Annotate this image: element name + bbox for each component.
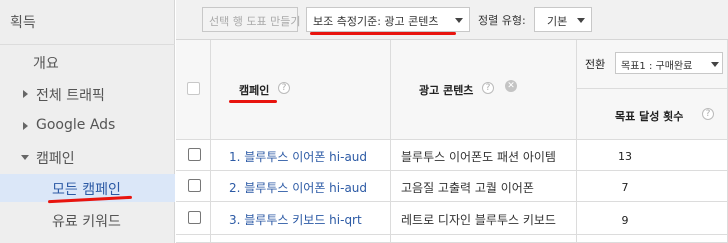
ad-content-value: 블루투스 이어폰도 패션 아이템 <box>401 150 556 164</box>
sort-type-label: 정렬 유형: <box>478 14 526 27</box>
table-row-select-cell <box>176 140 211 171</box>
sidebar-item-label: 유료 키워드 <box>52 214 121 230</box>
expand-arrow-icon <box>23 90 28 98</box>
expand-arrow-icon <box>23 122 28 130</box>
table-row-goal-cell <box>577 235 728 243</box>
sidebar-item-label: 개요 <box>33 56 59 72</box>
goal-completions-value: 13 <box>618 150 632 163</box>
ad-content-value: 레트로 디자인 블루투스 키보드 <box>401 213 556 227</box>
ad-content-value: 고음질 고출력 고퀄 이어폰 <box>401 181 534 195</box>
sidebar-item-all-traffic[interactable]: 전체 트래픽 <box>0 80 175 108</box>
row-checkbox[interactable] <box>188 179 201 192</box>
chevron-down-icon <box>711 62 719 67</box>
header-select-all-cell <box>176 40 211 140</box>
secondary-dimension-dropdown[interactable]: 보조 측정기준: 광고 콘텐츠 <box>306 7 470 32</box>
table-row-goal-cell: 13 <box>577 140 728 171</box>
campaign-link[interactable]: 1. 블루투스 이어폰 hi-aud <box>229 148 367 165</box>
table-row-campaign-cell <box>211 235 391 243</box>
header-ad-content[interactable]: 광고 콘텐츠 ? ✕ <box>391 40 577 140</box>
sidebar-item-label: Google Ads <box>36 117 116 133</box>
help-icon[interactable]: ? <box>702 108 714 120</box>
table-row-campaign-cell: 1. 블루투스 이어폰 hi-aud <box>211 140 391 171</box>
campaign-link[interactable]: 3. 블루투스 키보드 hi-qrt <box>229 211 362 228</box>
table-row-ad-content-cell: 고음질 고출력 고퀄 이어폰 <box>391 171 577 202</box>
goal-completions-value: 9 <box>621 214 629 227</box>
header-conversion-label: 전환 <box>585 58 606 71</box>
header-goal-completions-label: 목표 달성 횟수 <box>615 110 684 123</box>
collapse-arrow-icon <box>21 155 29 160</box>
table-row-campaign-cell: 2. 블루투스 이어폰 hi-aud <box>211 171 391 202</box>
highlight-underline <box>229 100 277 103</box>
sidebar-header-label: 획득 <box>10 15 36 31</box>
remove-dimension-icon[interactable]: ✕ <box>505 80 517 92</box>
goal-select-dropdown[interactable]: 목표1 : 구매완료 <box>615 52 723 74</box>
header-ad-content-label: 광고 콘텐츠 <box>419 84 474 97</box>
sidebar-item-google-ads[interactable]: Google Ads <box>0 112 175 140</box>
table-row-ad-content-cell: 블루투스 이어폰도 패션 아이템 <box>391 140 577 171</box>
row-checkbox[interactable] <box>188 148 201 161</box>
sidebar-item-paid-keywords[interactable]: 유료 키워드 <box>0 206 175 234</box>
sidebar-section-header: 획득 <box>0 0 175 45</box>
table-row-goal-cell: 9 <box>577 202 728 235</box>
sidebar-item-overview[interactable]: 개요 <box>0 48 175 76</box>
header-goal-completions[interactable]: 목표 달성 횟수 ? <box>577 89 728 140</box>
sidebar-item-label: 캠페인 <box>36 151 75 167</box>
table-row-campaign-cell: 3. 블루투스 키보드 hi-qrt <box>211 202 391 235</box>
sort-type-dropdown[interactable]: 기본 <box>534 7 592 32</box>
sidebar-item-label: 전체 트래픽 <box>36 88 105 104</box>
header-conversion-group: 전환 목표1 : 구매완료 <box>577 40 728 89</box>
select-all-checkbox[interactable] <box>187 82 200 95</box>
chevron-down-icon <box>455 18 463 23</box>
chevron-down-icon <box>577 18 585 23</box>
help-icon[interactable]: ? <box>278 82 290 94</box>
table-row-select-cell <box>176 235 211 243</box>
table-row-select-cell <box>176 202 211 235</box>
help-icon[interactable]: ? <box>482 82 494 94</box>
table-row-goal-cell: 7 <box>577 171 728 202</box>
sidebar-item-campaigns[interactable]: 캠페인 <box>0 143 175 171</box>
header-campaign-label: 캠페인 <box>239 84 270 97</box>
data-table: 캠페인 ? 광고 콘텐츠 ? ✕ 전환 목표1 : 구매완료 목표 달성 횟수 … <box>176 40 728 243</box>
table-row-select-cell <box>176 171 211 202</box>
table-row-ad-content-cell: 레트로 디자인 블루투스 키보드 <box>391 202 577 235</box>
row-checkbox[interactable] <box>188 211 201 224</box>
sidebar: 획득 개요 전체 트래픽 Google Ads 캠페인 모든 캠페인 유료 키워… <box>0 0 175 243</box>
campaign-link[interactable]: 2. 블루투스 이어폰 hi-aud <box>229 179 367 196</box>
create-chart-button[interactable]: 선택 행 도표 만들기 <box>202 7 300 32</box>
highlight-underline <box>310 32 456 35</box>
table-row-ad-content-cell <box>391 235 577 243</box>
goal-completions-value: 7 <box>621 181 629 194</box>
header-campaign[interactable]: 캠페인 ? <box>211 40 391 140</box>
